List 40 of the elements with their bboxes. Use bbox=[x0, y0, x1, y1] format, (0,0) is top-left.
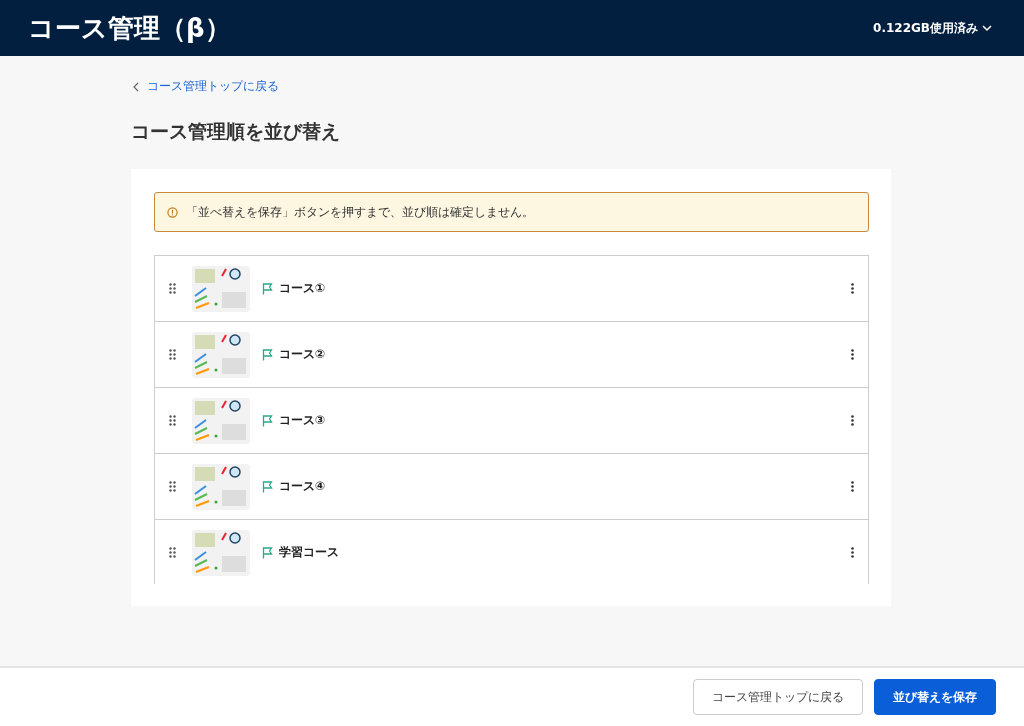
flag-icon bbox=[262, 546, 273, 559]
drag-handle-icon[interactable] bbox=[169, 547, 176, 558]
course-row[interactable]: コース① bbox=[155, 256, 868, 322]
info-icon bbox=[167, 206, 178, 218]
app-title: コース管理（β） bbox=[28, 11, 231, 45]
drag-handle-icon[interactable] bbox=[169, 349, 176, 360]
back-link[interactable]: コース管理トップに戻る bbox=[133, 78, 1024, 95]
drag-handle-icon[interactable] bbox=[169, 415, 176, 426]
page-title: コース管理順を並び替え bbox=[131, 119, 341, 144]
course-name: コース④ bbox=[279, 478, 327, 495]
chevron-down-icon bbox=[982, 23, 992, 33]
more-options-icon[interactable] bbox=[851, 547, 854, 558]
chevron-left-icon bbox=[133, 81, 139, 92]
course-thumbnail-drawing bbox=[192, 463, 250, 510]
save-order-button[interactable]: 並び替えを保存 bbox=[874, 679, 996, 715]
flag-icon bbox=[262, 414, 273, 427]
course-row[interactable]: 学習コース bbox=[155, 520, 868, 584]
drag-handle-icon[interactable] bbox=[169, 283, 176, 294]
storage-usage-menu[interactable]: 0.122GB使用済み bbox=[873, 19, 992, 37]
back-to-top-button[interactable]: コース管理トップに戻る bbox=[693, 679, 863, 715]
course-row[interactable]: コース③ bbox=[155, 388, 868, 454]
more-options-icon[interactable] bbox=[851, 283, 854, 294]
flag-icon bbox=[262, 480, 273, 493]
course-thumbnail-drawing bbox=[192, 397, 250, 444]
course-row[interactable]: コース④ bbox=[155, 454, 868, 520]
course-name: コース① bbox=[279, 280, 327, 297]
notice-text: 「並べ替えを保存」ボタンを押すまで、並び順は確定しません。 bbox=[186, 203, 534, 221]
course-thumbnail-drawing bbox=[192, 529, 250, 576]
flag-icon bbox=[262, 348, 273, 361]
drag-handle-icon[interactable] bbox=[169, 481, 176, 492]
course-name: コース② bbox=[279, 346, 327, 363]
course-name: コース③ bbox=[279, 412, 327, 429]
more-options-icon[interactable] bbox=[851, 349, 854, 360]
more-options-icon[interactable] bbox=[851, 415, 854, 426]
course-thumbnail-drawing bbox=[192, 265, 250, 312]
course-name: 学習コース bbox=[279, 544, 340, 561]
course-row[interactable]: コース② bbox=[155, 322, 868, 388]
course-thumbnail-drawing bbox=[192, 331, 250, 378]
flag-icon bbox=[262, 282, 273, 295]
more-options-icon[interactable] bbox=[851, 481, 854, 492]
